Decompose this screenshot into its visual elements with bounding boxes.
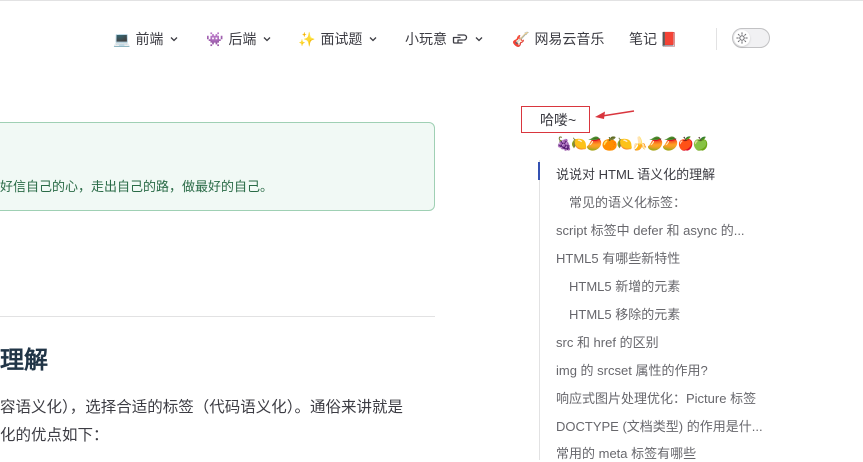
toc-item[interactable]: HTML5 移除的元素 [569, 304, 680, 323]
tip-text: 好信自己的心，走出自己的路，做最好的自己。 [0, 179, 274, 194]
nav-item-label: 后端 [228, 31, 257, 47]
paragraph-line: 化的优点如下： [0, 427, 109, 444]
sparkles-icon: ✨ [298, 31, 316, 47]
nav-item-label: 小玩意 [405, 31, 447, 47]
paragraph-line: 容语义化），选择合适的标签（代码语义化）。通俗来讲就是 [0, 399, 404, 416]
chevron-down-icon [170, 37, 178, 42]
tip-container [0, 122, 435, 211]
toc-item[interactable]: 说说对 HTML 语义化的理解 [556, 164, 715, 183]
fruit-emoji-row: 🍇🍋🥭🍊🍋🍌🥭🥭🍎🍏 [556, 136, 709, 151]
outline-active-marker [538, 162, 540, 180]
section-heading: 理解 [0, 347, 48, 374]
toc-item[interactable]: 常用的 meta 标签有哪些 [556, 443, 696, 462]
nav-item-backend[interactable]: 👾 后端 [206, 26, 272, 52]
nav-item-interview[interactable]: ✨ 面试题 [298, 26, 378, 52]
outline-greeting: 哈喽~ [540, 112, 577, 128]
nav-item-label: 面试题 [320, 31, 363, 47]
nav-item-netease-music[interactable]: 🎸 网易云音乐 [512, 26, 604, 52]
theme-toggle[interactable] [732, 28, 770, 48]
sun-icon [736, 32, 748, 44]
guitar-icon: 🎸 [512, 31, 530, 47]
nav-item-notes[interactable]: 笔记 📕 [629, 26, 677, 52]
hand-pointing-icon [452, 34, 468, 44]
toc-item[interactable]: DOCTYPE (文档类型) 的作用是什... [556, 416, 763, 435]
nav-item-label: 网易云音乐 [534, 31, 605, 47]
toc-item[interactable]: HTML5 新增的元素 [569, 276, 680, 295]
toc-item[interactable]: HTML5 有哪些新特性 [556, 248, 680, 267]
toc-item[interactable]: 常见的语义化标签： [569, 192, 686, 211]
toc-item[interactable]: img 的 srcset 属性的作用? [556, 360, 708, 379]
chevron-down-icon [263, 37, 271, 42]
nav-item-label: 笔记 [629, 31, 657, 47]
red-book-icon: 📕 [660, 31, 678, 47]
chevron-down-icon [475, 37, 483, 42]
nav-item-gadgets[interactable]: 小玩意 [405, 26, 484, 52]
theme-toggle-knob [734, 30, 750, 46]
toc-item[interactable]: script 标签中 defer 和 async 的... [556, 220, 745, 239]
alien-monster-icon: 👾 [206, 31, 224, 47]
section-divider [0, 316, 435, 317]
nav-divider [716, 28, 717, 50]
nav-item-label: 前端 [135, 31, 164, 47]
toc-item[interactable]: 响应式图片处理优化：Picture 标签 [556, 388, 756, 407]
annotation-arrow-icon [595, 110, 635, 119]
nav-item-frontend[interactable]: 💻 前端 [113, 26, 179, 52]
top-border [0, 0, 863, 1]
chevron-down-icon [369, 37, 377, 42]
outline-rail [539, 160, 540, 460]
toc-item[interactable]: src 和 href 的区别 [556, 332, 659, 351]
laptop-icon: 💻 [113, 31, 131, 47]
